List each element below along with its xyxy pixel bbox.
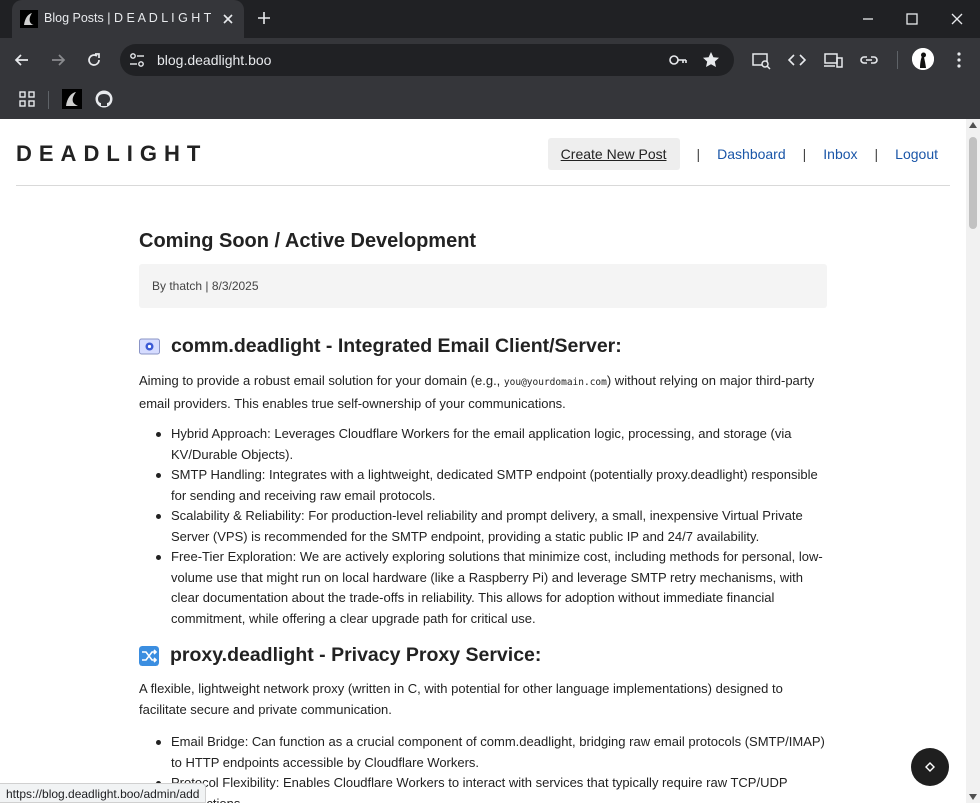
site-nav: Create New Post | Dashboard | Inbox | Lo… (547, 137, 950, 170)
comm-feature-list: Hybrid Approach: Leverages Cloudflare Wo… (156, 424, 827, 629)
browser-tab[interactable]: Blog Posts | D E A D L I G H T (12, 0, 244, 38)
tab-strip: Blog Posts | D E A D L I G H T (0, 0, 980, 38)
close-window-icon[interactable] (946, 8, 968, 30)
section-heading-proxy: proxy.deadlight - Privacy Proxy Service: (139, 644, 541, 667)
post-byline: By thatch | 8/3/2025 (152, 279, 259, 293)
deadlight-bookmark-icon[interactable] (62, 89, 82, 109)
nav-separator: | (802, 145, 807, 162)
list-item: Protocol Flexibility: Enables Cloudflare… (156, 773, 827, 803)
inbox-link[interactable]: Inbox (823, 146, 857, 162)
post-title: Coming Soon / Active Development (139, 230, 477, 252)
nav-separator: | (696, 145, 701, 162)
password-key-icon[interactable] (668, 51, 688, 69)
dashboard-link[interactable]: Dashboard (717, 146, 786, 162)
back-icon[interactable] (12, 50, 32, 70)
link-icon[interactable] (859, 50, 879, 70)
shuffle-icon (139, 645, 159, 666)
address-bar[interactable]: blog.deadlight.boo (120, 44, 734, 76)
scrollbar-thumb[interactable] (969, 137, 977, 229)
minimize-icon[interactable] (857, 8, 879, 30)
code-icon[interactable] (787, 50, 807, 70)
github-bookmark-icon[interactable] (94, 89, 114, 109)
create-new-post-button[interactable]: Create New Post (547, 137, 680, 170)
scroll-down-arrow-icon[interactable] (969, 794, 977, 800)
list-item: Scalability & Reliability: For productio… (156, 506, 827, 547)
bookmarks-divider (48, 91, 49, 109)
page-viewport: DEADLIGHT Create New Post | Dashboard | … (0, 119, 966, 803)
example-email-code: you@yourdomain.com (503, 377, 607, 388)
floating-action-button[interactable] (911, 748, 949, 786)
page-scrollbar[interactable] (966, 119, 980, 803)
site-info-icon[interactable] (128, 51, 146, 69)
avatar-silhouette-icon (912, 48, 934, 70)
profile-avatar[interactable] (912, 48, 934, 70)
proxy-feature-list: Email Bridge: Can function as a crucial … (156, 732, 827, 803)
post-meta: By thatch | 8/3/2025 (139, 264, 827, 308)
section-intro: A flexible, lightweight network proxy (w… (139, 681, 783, 717)
intro-text-before: Aiming to provide a robust email solutio… (139, 373, 504, 388)
tab-title: Blog Posts | D E A D L I G H T (44, 11, 212, 25)
bookmark-star-icon[interactable] (701, 50, 721, 70)
section-heading-text: comm.deadlight - Integrated Email Client… (171, 335, 622, 357)
maximize-icon[interactable] (901, 8, 923, 30)
tab-search-icon[interactable] (751, 50, 771, 70)
browser-toolbar: blog.deadlight.boo (0, 38, 980, 82)
section-intro: Aiming to provide a robust email solutio… (139, 370, 827, 414)
scroll-up-arrow-icon[interactable] (969, 122, 977, 128)
toolbar-divider (897, 51, 898, 69)
site-logo[interactable]: DEADLIGHT (16, 141, 207, 167)
diamond-icon (925, 762, 935, 772)
logout-link[interactable]: Logout (895, 146, 938, 162)
close-tab-icon[interactable] (218, 9, 238, 29)
list-item: Free-Tier Exploration: We are actively e… (156, 547, 827, 629)
nav-separator: | (874, 145, 879, 162)
list-item: Hybrid Approach: Leverages Cloudflare Wo… (156, 424, 827, 465)
list-item: SMTP Handling: Integrates with a lightwe… (156, 465, 827, 506)
section-heading-comm: comm.deadlight - Integrated Email Client… (139, 335, 622, 358)
link-status-bar: https://blog.deadlight.boo/admin/add (0, 783, 207, 803)
url-text[interactable]: blog.deadlight.boo (157, 52, 271, 68)
site-header: DEADLIGHT Create New Post | Dashboard | … (16, 119, 950, 186)
reload-icon[interactable] (84, 50, 104, 70)
bookmarks-bar (0, 82, 980, 119)
section-heading-text: proxy.deadlight - Privacy Proxy Service: (170, 644, 542, 666)
deadlight-favicon-icon (20, 10, 38, 28)
forward-icon[interactable] (48, 50, 68, 70)
more-menu-icon[interactable] (949, 50, 969, 70)
apps-grid-icon[interactable] (18, 90, 36, 108)
devices-icon[interactable] (823, 50, 843, 70)
new-tab-icon[interactable] (254, 8, 274, 28)
email-icon (139, 338, 160, 355)
list-item: Email Bridge: Can function as a crucial … (156, 732, 827, 773)
